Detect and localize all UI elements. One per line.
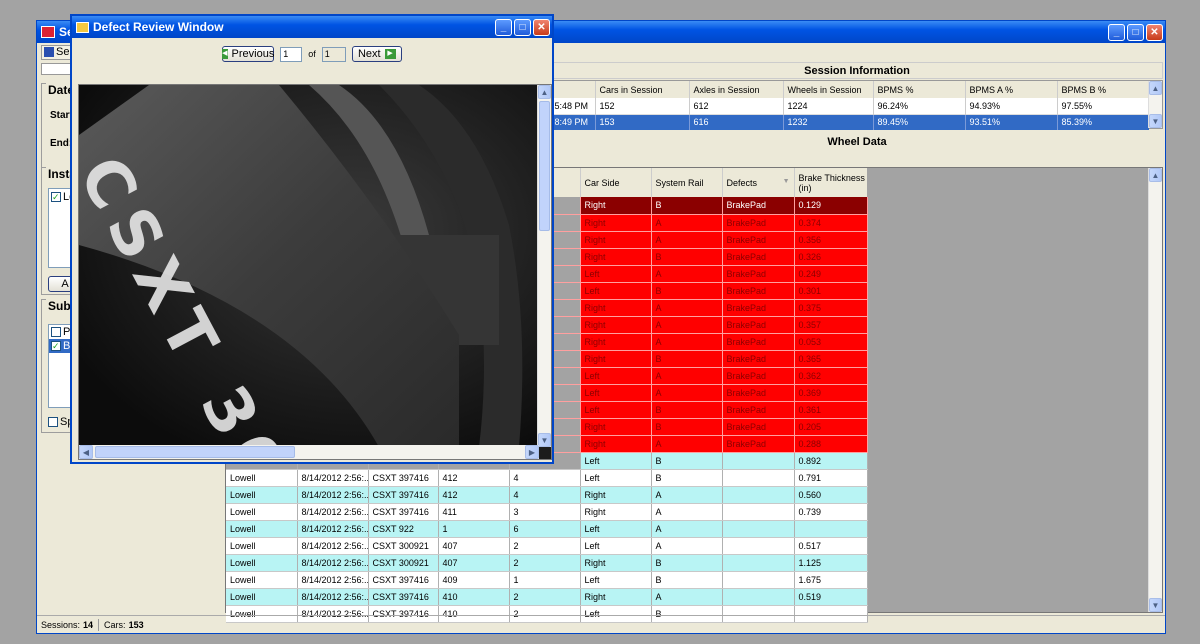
close-icon[interactable]: ✕ <box>1146 23 1163 41</box>
checkbox-icon[interactable] <box>51 327 61 337</box>
scroll-up-icon[interactable]: ▲ <box>1149 168 1162 182</box>
scroll-down-icon[interactable]: ▼ <box>1149 598 1162 612</box>
minimize-icon[interactable]: _ <box>1108 23 1125 41</box>
search-icon <box>44 47 54 57</box>
table-row[interactable]: Lowell 8/14/2012 2:56:... CSXT 397416 412 4 R… <box>226 486 868 504</box>
next-button[interactable]: Next ▶ <box>351 46 402 62</box>
previous-button[interactable]: ◀ Previous <box>222 46 274 62</box>
table-row[interactable]: Lowell 8/14/2012 2:56:... CSXT 922 1 6 Left A <box>226 520 868 538</box>
checkbox-checked-icon[interactable]: ✓ <box>51 341 61 351</box>
column-header[interactable] <box>552 81 596 98</box>
column-header[interactable]: BPMS % <box>873 81 966 98</box>
checkbox-checked-icon[interactable]: ✓ <box>51 192 61 202</box>
image-vscrollbar[interactable]: ▲ ▼ <box>537 85 551 447</box>
session-info-header-row: Cars in Session Axles in Session Wheels … <box>552 81 1149 98</box>
session-info-header: Session Information <box>551 62 1163 79</box>
scroll-up-icon[interactable]: ▲ <box>538 85 551 99</box>
page-total-field <box>321 46 346 62</box>
session-row[interactable]: :5:48 PM 152 612 1224 96.24% 94.93% 97.5… <box>552 98 1149 114</box>
table-row[interactable]: Lowell 8/14/2012 2:56:... CSXT 300921 407 2 L… <box>226 537 868 555</box>
defect-titlebar[interactable]: Defect Review Window _ □ ✕ <box>72 16 552 38</box>
maximize-icon[interactable]: □ <box>1127 23 1144 41</box>
column-header-car-side[interactable]: Car Side <box>580 168 652 197</box>
defect-review-window: Defect Review Window _ □ ✕ ◀ Previous of… <box>70 14 554 464</box>
statusbar: Sessions: 14 Cars: 153 <box>37 615 1165 633</box>
scroll-thumb[interactable] <box>95 446 295 458</box>
page-number-input[interactable] <box>280 46 303 62</box>
column-header[interactable]: BPMS A % <box>965 81 1058 98</box>
table-row[interactable]: Lowell 8/14/2012 2:56:... CSXT 397416 412 4 L… <box>226 469 868 487</box>
end-label: End: <box>50 138 73 149</box>
wheel-data-scrollbar[interactable]: ▲ ▼ <box>1148 168 1162 612</box>
checkbox-icon[interactable] <box>48 417 58 427</box>
sort-down-icon: ▼ <box>782 177 790 185</box>
column-header[interactable]: BPMS B % <box>1057 81 1149 98</box>
wheel-data-header: Wheel Data <box>827 136 887 148</box>
search-tool-button[interactable]: Se <box>41 44 73 60</box>
column-header-defects[interactable]: Defects ▼ <box>722 168 795 197</box>
scroll-down-icon[interactable]: ▼ <box>1149 114 1162 128</box>
maximize-icon[interactable]: □ <box>514 18 531 36</box>
column-header[interactable]: Axles in Session <box>689 81 784 98</box>
scroll-up-icon[interactable]: ▲ <box>1149 81 1162 95</box>
scroll-down-icon[interactable]: ▼ <box>538 433 551 447</box>
column-header-system-rail[interactable]: System Rail <box>651 168 723 197</box>
scroll-left-icon[interactable]: ◀ <box>79 445 93 459</box>
window-icon <box>76 21 89 33</box>
app-icon <box>41 26 55 38</box>
column-header[interactable]: Wheels in Session <box>783 81 874 98</box>
close-icon[interactable]: ✕ <box>533 18 550 36</box>
column-header-brake-thickness[interactable]: Brake Thickness (in) <box>794 168 867 197</box>
table-row[interactable]: Lowell 8/14/2012 2:56:... CSXT 397416 411 3 R… <box>226 503 868 521</box>
minimize-icon[interactable]: _ <box>495 18 512 36</box>
image-hscrollbar[interactable]: ◀ ▶ <box>79 445 539 459</box>
scroll-right-icon[interactable]: ▶ <box>525 445 539 459</box>
defect-window-title: Defect Review Window <box>93 20 224 34</box>
session-info-grid: Cars in Session Axles in Session Wheels … <box>551 80 1163 130</box>
table-row[interactable]: Lowell 8/14/2012 2:56:... CSXT 397416 409 1 L… <box>226 571 868 589</box>
column-header[interactable]: Cars in Session <box>595 81 690 98</box>
arrow-left-icon: ◀ <box>222 49 228 59</box>
session-info-scrollbar[interactable]: ▲ ▼ <box>1148 81 1162 128</box>
table-row[interactable]: Lowell 8/14/2012 2:56:... CSXT 300921 407 2 R… <box>226 554 868 572</box>
session-row-selected[interactable]: :8:49 PM 153 616 1232 89.45% 93.51% 85.3… <box>552 114 1149 130</box>
arrow-right-icon: ▶ <box>384 49 396 59</box>
table-row[interactable]: Lowell 8/14/2012 2:56:... CSXT 397416 410 2 R… <box>226 588 868 606</box>
scroll-thumb[interactable] <box>539 101 550 231</box>
defect-image-viewport[interactable]: CSXT 3092 ▲ ▼ ◀ ▶ <box>78 84 552 460</box>
navigation-bar: ◀ Previous of Next ▶ <box>72 38 552 70</box>
